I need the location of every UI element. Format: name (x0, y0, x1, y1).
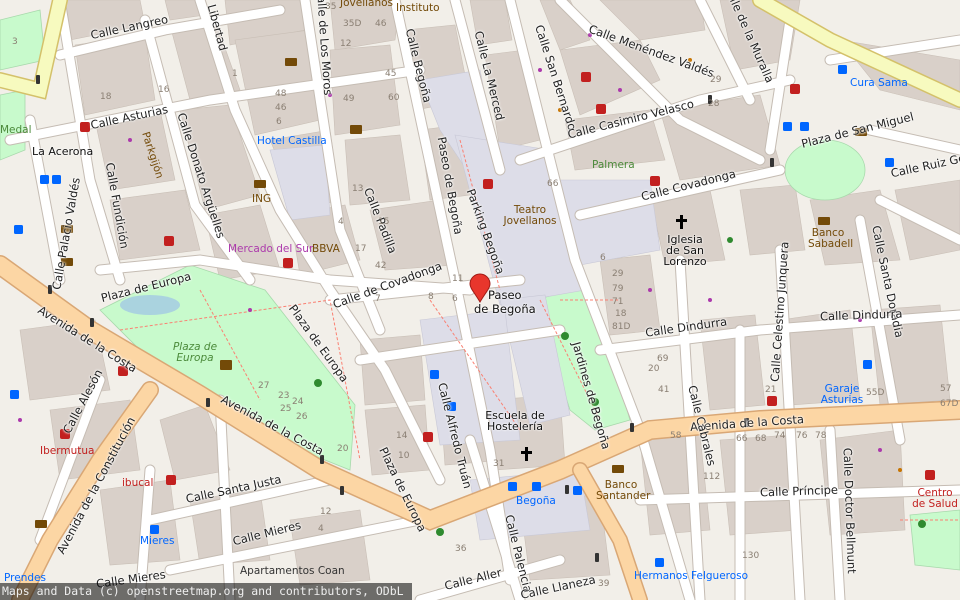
place-label: Teatro Jovellanos (503, 204, 557, 227)
place-label: Hotel Castilla (257, 135, 327, 147)
place-label: Instituto (396, 2, 440, 14)
house-number: 23 (278, 391, 290, 401)
house-number: 8 (428, 292, 434, 302)
place-label: Begoña (516, 495, 556, 507)
place-label: BBVA (312, 243, 340, 255)
house-number: 35 (325, 2, 337, 12)
house-number: 7 (375, 294, 381, 304)
place-label: Medal (0, 124, 32, 136)
place-label: Iglesia de San Lorenzo (663, 233, 707, 268)
place-label: Jovellanos (340, 0, 394, 9)
house-number: 16 (158, 85, 170, 95)
house-number: 25 (280, 404, 292, 414)
house-number: 39 (598, 579, 610, 589)
house-number: 6 (452, 294, 458, 304)
place-label: Banco Sabadell (808, 227, 854, 250)
house-number: 46 (275, 103, 287, 113)
house-number: 20 (337, 444, 349, 454)
place-label: La Acerona (32, 145, 94, 158)
place-label: Banco Santander (596, 479, 651, 502)
house-number: 15 (378, 217, 390, 227)
house-number: 21 (765, 385, 777, 395)
house-number: 26 (296, 412, 308, 422)
house-number: 81D (612, 322, 631, 332)
house-number: 28 (708, 99, 720, 109)
place-label: Escuela de Hostelería (485, 409, 545, 433)
place-label: ibucal (122, 477, 154, 489)
place-label: Ibermutua (40, 445, 95, 457)
street-label: Calle Dindurra (819, 306, 903, 324)
attribution-bar[interactable]: Maps and Data (c) openstreetmap.org and … (0, 583, 412, 600)
house-number: 24 (292, 397, 304, 407)
house-number: 130 (742, 551, 760, 561)
house-number: 36 (455, 544, 467, 554)
street-label: Calle Doctor Bellmunt (840, 447, 859, 574)
house-number: 49 (343, 94, 355, 104)
marker-label-line: de Begoña (474, 302, 536, 316)
place-label: Centro de Salud (912, 487, 958, 510)
house-number: 11 (452, 274, 464, 284)
house-number: 78 (815, 431, 827, 441)
house-number: 55D (866, 388, 885, 398)
house-number: 12 (340, 39, 352, 49)
place-label: Mercado del Sur (228, 243, 314, 255)
house-number: 17 (355, 244, 367, 254)
place-label: Hermanos Felgueroso (634, 570, 749, 582)
place-label: Prendes (4, 572, 46, 584)
house-number: 66 (547, 179, 559, 189)
house-number: 74 (774, 431, 786, 441)
house-number: 57 (940, 384, 952, 394)
house-number: 31 (493, 459, 505, 469)
place-label: Apartamentos Coan (240, 565, 345, 577)
house-number: 13 (352, 184, 364, 194)
marker-label: Paseo de Begoña (474, 288, 536, 316)
house-number: 58 (670, 431, 682, 441)
house-number: 1 (232, 69, 238, 79)
house-number: 3 (12, 37, 18, 47)
house-number: 79 (612, 284, 624, 294)
house-number: 18 (615, 309, 627, 319)
house-number: 29 (710, 75, 722, 85)
house-number: 67D (940, 399, 959, 409)
house-number: 12 (320, 507, 332, 517)
place-label: Palmera (592, 159, 635, 171)
map[interactable]: Calle Langreo Libertad Calle de Los Moro… (0, 0, 960, 600)
place-label: ING (252, 193, 272, 205)
house-number: 112 (703, 472, 721, 482)
house-number: 48 (275, 89, 287, 99)
house-number: 6 (600, 253, 606, 263)
house-number: 41 (658, 385, 670, 395)
house-number: 69 (657, 354, 669, 364)
house-number: 4 (318, 524, 324, 534)
place-label: Cura Sama (850, 77, 908, 89)
house-number: 10 (398, 451, 410, 461)
house-number: 6 (276, 117, 282, 127)
house-number: 42 (375, 261, 387, 271)
house-number: 14 (396, 431, 408, 441)
house-number: 35D (343, 19, 362, 29)
house-number: 29 (612, 269, 624, 279)
house-number: 27 (258, 381, 270, 391)
house-number: 76 (796, 431, 808, 441)
house-number: 60 (388, 93, 400, 103)
house-number: 68 (755, 434, 767, 444)
marker-label-line: Paseo (488, 288, 522, 302)
street-label: Calle Príncipe (759, 482, 839, 500)
place-label: Plaza de Europa (172, 341, 218, 364)
house-number: 4 (338, 217, 344, 227)
house-number: 45 (385, 69, 397, 79)
place-label: Garaje Asturias (820, 383, 864, 406)
house-number: 46 (375, 19, 387, 29)
place-label: Mieres (140, 535, 175, 547)
house-number: 66 (736, 434, 748, 444)
house-number: 18 (100, 92, 112, 102)
house-number: 71 (612, 297, 624, 307)
house-number: 20 (648, 364, 660, 374)
